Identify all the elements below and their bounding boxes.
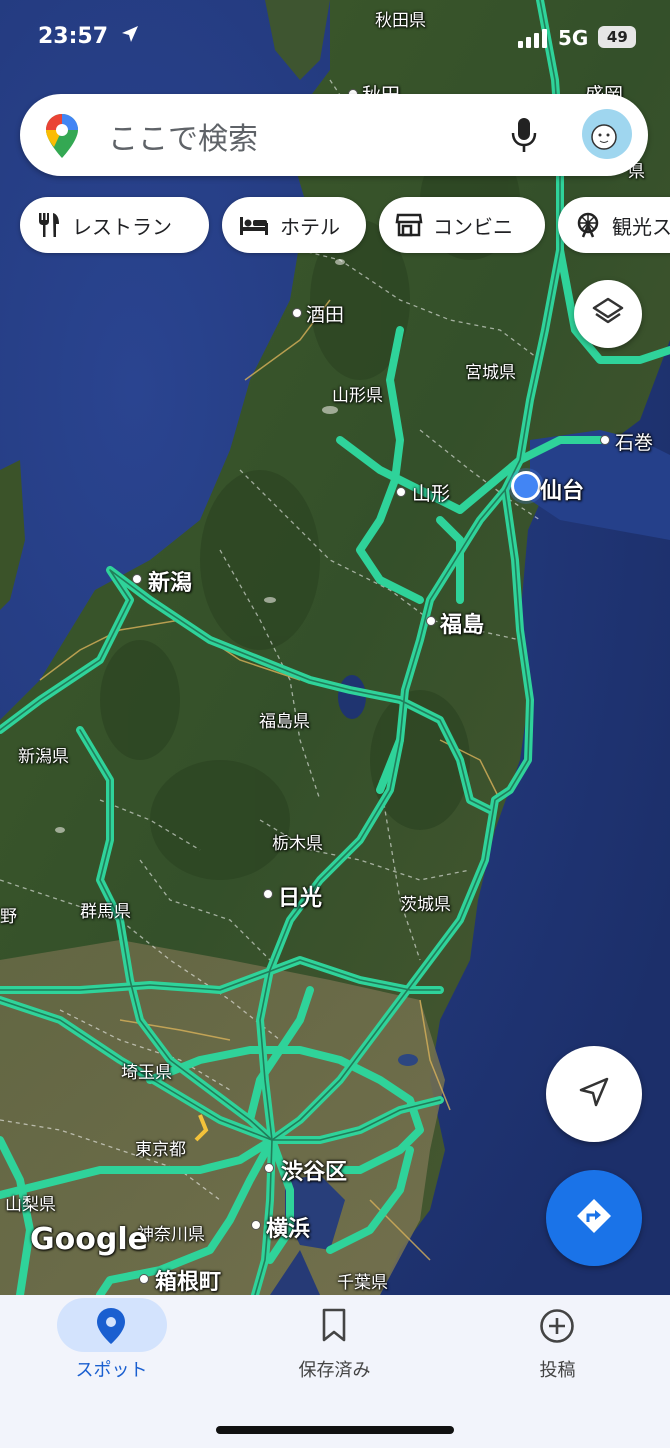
label-hakone: 箱根町 [155,1270,222,1295]
label-nikko: 日光 [278,886,323,911]
tab-spot[interactable]: スポット [0,1295,223,1405]
label-fukushima: 福島 [440,613,485,638]
chip-convenience-label: コンビニ [433,214,513,239]
label-miyagi-pref: 宮城県 [465,363,516,383]
search-input[interactable]: ここで検索 [108,114,258,158]
layers-button[interactable] [574,280,642,348]
battery-icon: 49 [598,26,637,48]
search-bar[interactable]: ここで検索 [20,94,648,176]
chip-restaurant-label: レストラン [72,214,172,239]
yokohama-dot [251,1220,261,1230]
microphone-icon[interactable] [510,116,538,158]
niigata-dot [132,574,142,584]
avatar[interactable] [582,109,632,159]
yamagata-dot [396,487,406,497]
signal-icon [518,28,550,54]
chip-hotel-label: ホテル [280,214,340,239]
label-niigata-pref: 新潟県 [18,747,69,767]
store-icon [395,212,423,238]
sakata-dot [292,308,302,318]
tab-saved[interactable]: 保存済み [223,1295,446,1405]
ferris-wheel-icon [574,211,602,239]
home-indicator[interactable] [216,1426,454,1434]
label-tochigi-pref: 栃木県 [272,834,323,854]
label-shibuya: 渋谷区 [281,1160,348,1185]
google-logo: Google [30,1222,148,1257]
chip-sightseeing-label: 観光ス [612,214,670,239]
chip-sightseeing[interactable]: 観光ス [558,197,670,253]
label-yokohama: 横浜 [266,1217,311,1242]
label-akita-pref: 秋田県 [375,11,426,31]
fork-knife-icon [36,211,62,239]
label-yamagata-pref: 山形県 [332,386,383,406]
chip-restaurant[interactable]: レストラン [20,197,209,253]
add-circle-icon [539,1308,575,1348]
label-sendai: 仙台 [540,479,585,504]
tab-saved-label: 保存済み [298,1360,371,1381]
tab-post[interactable]: 投稿 [446,1295,669,1405]
shibuya-dot [264,1163,274,1173]
label-ibaraki-pref: 茨城県 [400,895,451,915]
navigation-arrow-icon [576,1074,612,1114]
label-nagano-pref: 野 [0,907,17,927]
tab-post-label: 投稿 [539,1360,576,1381]
label-fukushima-pref: 福島県 [259,712,310,732]
label-saitama-pref: 埼玉県 [121,1063,172,1083]
label-niigata: 新潟 [148,571,193,596]
bookmark-icon [321,1308,347,1346]
tab-spot-label: スポット [75,1360,148,1381]
status-time: 23:57 [38,24,140,64]
network-label: 5G [558,26,589,50]
directions-button[interactable] [546,1170,642,1266]
label-tokyo: 東京都 [135,1140,186,1160]
directions-icon [574,1196,614,1240]
hakone-dot [139,1274,149,1284]
nikko-dot [263,889,273,899]
chip-convenience-store[interactable]: コンビニ [379,197,545,253]
my-location-button[interactable] [546,1046,642,1142]
label-yamanashi-pref: 山梨県 [5,1195,56,1215]
current-location-dot [514,474,538,498]
bed-icon [238,213,270,237]
label-chiba-pref: 千葉県 [337,1273,388,1293]
status-right: 5G 49 [518,24,637,64]
label-ishinomaki: 石巻 [615,432,654,454]
ishinomaki-dot [600,435,610,445]
label-gunma-pref: 群馬県 [80,902,131,922]
layers-icon [591,295,625,333]
location-arrow-icon [120,24,140,50]
label-yamagata: 山形 [412,483,451,505]
label-sakata: 酒田 [306,304,345,326]
fukushima-dot [426,616,436,626]
location-pin-icon [97,1308,125,1348]
google-maps-pin-icon [46,114,78,162]
chip-hotel[interactable]: ホテル [222,197,366,253]
